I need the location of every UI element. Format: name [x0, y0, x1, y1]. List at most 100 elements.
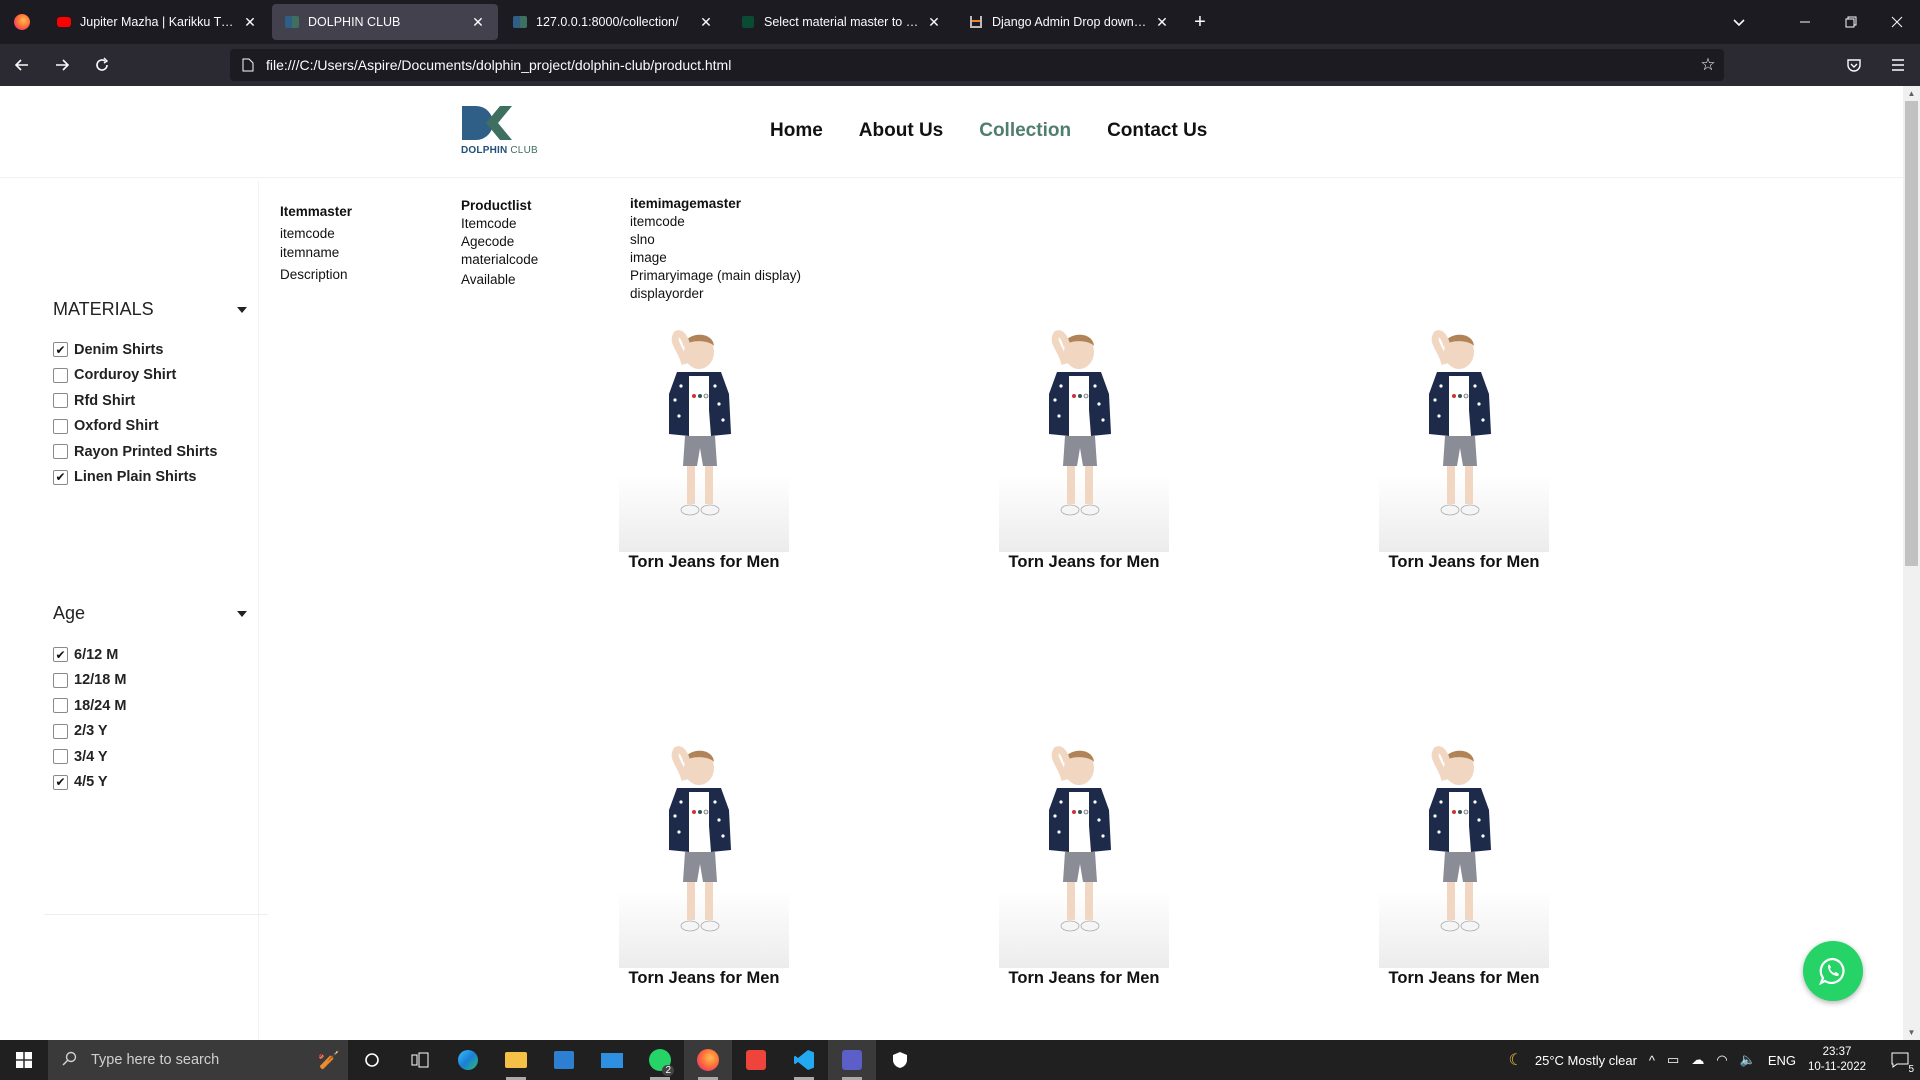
checkbox[interactable]	[53, 367, 68, 383]
battery-icon[interactable]: ▭	[1667, 1052, 1679, 1068]
language-indicator[interactable]: ENG	[1768, 1053, 1796, 1068]
cortana-icon[interactable]	[348, 1040, 396, 1080]
product-name[interactable]: Torn Jeans for Men	[999, 969, 1169, 988]
anydesk-icon[interactable]	[732, 1040, 780, 1080]
page-scrollbar[interactable]: ▲ ▼	[1903, 86, 1920, 1040]
firefox-taskbar-icon[interactable]	[684, 1040, 732, 1080]
menu-icon[interactable]	[1880, 49, 1916, 81]
minimize-button[interactable]	[1782, 0, 1828, 44]
browser-tab[interactable]: DOLPHIN CLUB ✕	[272, 4, 498, 40]
taskbar-search-input[interactable]: Type here to search 🏏	[48, 1040, 348, 1080]
age-option[interactable]: ✔ 6/12 M	[53, 642, 126, 668]
close-tab-icon[interactable]: ✕	[926, 14, 942, 30]
age-option[interactable]: 12/18 M	[53, 668, 126, 694]
pocket-icon[interactable]	[1836, 49, 1872, 81]
age-option[interactable]: 3/4 Y	[53, 744, 126, 770]
nav-link-about-us[interactable]: About Us	[859, 120, 943, 142]
notification-center-icon[interactable]: 5	[1880, 1040, 1920, 1080]
materials-option[interactable]: Rayon Printed Shirts	[53, 439, 217, 465]
reload-icon[interactable]	[84, 49, 120, 81]
product-name[interactable]: Torn Jeans for Men	[619, 553, 789, 572]
materials-option[interactable]: ✔ Denim Shirts	[53, 337, 217, 363]
back-icon[interactable]	[4, 49, 40, 81]
close-tab-icon[interactable]: ✕	[698, 14, 714, 30]
checkbox[interactable]	[53, 393, 68, 409]
close-tab-icon[interactable]: ✕	[470, 14, 486, 30]
product-name[interactable]: Torn Jeans for Men	[1379, 969, 1549, 988]
nav-link-collection[interactable]: Collection	[979, 120, 1071, 142]
browser-tab[interactable]: Jupiter Mazha | Karikku Tuned | ✕	[44, 4, 270, 40]
weather-moon-icon[interactable]: ☾	[1509, 1050, 1523, 1070]
firefox-icon[interactable]	[0, 0, 44, 44]
checkbox[interactable]: ✔	[53, 647, 68, 663]
product-name[interactable]: Torn Jeans for Men	[999, 553, 1169, 572]
task-view-icon[interactable]	[396, 1040, 444, 1080]
search-highlight-icon[interactable]: 🏏	[318, 1050, 340, 1071]
age-option[interactable]: ✔ 4/5 Y	[53, 770, 126, 796]
materials-filter-header[interactable]: MATERIALS	[53, 299, 247, 320]
product-image[interactable]	[999, 324, 1169, 552]
vscode-icon[interactable]	[780, 1040, 828, 1080]
checkbox[interactable]	[53, 698, 68, 714]
product-card[interactable]: Torn Jeans for Men	[1379, 740, 1559, 990]
age-filter-header[interactable]: Age	[53, 603, 247, 624]
forward-icon[interactable]	[44, 49, 80, 81]
checkbox[interactable]	[53, 723, 68, 739]
bookmark-star-icon[interactable]: ☆	[1698, 55, 1718, 75]
product-image[interactable]	[619, 740, 789, 968]
nav-link-home[interactable]: Home	[770, 120, 823, 142]
microsoft-store-icon[interactable]	[540, 1040, 588, 1080]
chevron-up-icon[interactable]: ^	[1649, 1053, 1655, 1068]
whatsapp-taskbar-icon[interactable]: 2	[636, 1040, 684, 1080]
volume-icon[interactable]: 🔈	[1740, 1052, 1756, 1068]
list-all-tabs-icon[interactable]	[1716, 0, 1762, 44]
product-card[interactable]: Torn Jeans for Men	[1379, 324, 1559, 574]
product-card[interactable]: Torn Jeans for Men	[999, 324, 1179, 574]
security-shield-icon[interactable]	[876, 1040, 924, 1080]
dolphin-club-logo[interactable]	[460, 104, 540, 166]
mail-icon[interactable]	[588, 1040, 636, 1080]
chevron-down-icon[interactable]	[237, 610, 247, 617]
checkbox[interactable]	[53, 672, 68, 688]
restore-button[interactable]	[1828, 0, 1874, 44]
product-name[interactable]: Torn Jeans for Men	[619, 969, 789, 988]
checkbox[interactable]	[53, 749, 68, 765]
scroll-down-icon[interactable]: ▼	[1903, 1025, 1920, 1040]
checkbox[interactable]	[53, 444, 68, 460]
new-tab-button[interactable]: +	[1184, 6, 1216, 38]
close-tab-icon[interactable]: ✕	[242, 14, 258, 30]
address-bar[interactable]: file:///C:/Users/Aspire/Documents/dolphi…	[230, 49, 1724, 81]
age-option[interactable]: 2/3 Y	[53, 719, 126, 745]
product-image[interactable]	[1379, 324, 1549, 552]
materials-option[interactable]: Corduroy Shirt	[53, 363, 217, 389]
file-explorer-icon[interactable]	[492, 1040, 540, 1080]
weather-text[interactable]: 25°C Mostly clear	[1535, 1053, 1637, 1068]
product-image[interactable]	[999, 740, 1169, 968]
product-image[interactable]	[1379, 740, 1549, 968]
onedrive-icon[interactable]: ☁	[1691, 1052, 1704, 1068]
edge-icon[interactable]	[444, 1040, 492, 1080]
product-card[interactable]: Torn Jeans for Men	[999, 740, 1179, 990]
close-window-button[interactable]	[1874, 0, 1920, 44]
checkbox[interactable]: ✔	[53, 342, 68, 358]
age-option[interactable]: 18/24 M	[53, 693, 126, 719]
materials-option[interactable]: ✔ Linen Plain Shirts	[53, 465, 217, 491]
nav-link-contact-us[interactable]: Contact Us	[1107, 120, 1207, 142]
teams-icon[interactable]	[828, 1040, 876, 1080]
clock[interactable]: 23:37 10-11-2022	[1808, 1045, 1866, 1075]
wifi-icon[interactable]: ◠	[1716, 1052, 1727, 1068]
close-tab-icon[interactable]: ✕	[1154, 14, 1170, 30]
checkbox[interactable]: ✔	[53, 774, 68, 790]
materials-option[interactable]: Oxford Shirt	[53, 414, 217, 440]
scrollbar-thumb[interactable]	[1905, 101, 1918, 566]
checkbox[interactable]	[53, 418, 68, 434]
browser-tab[interactable]: Select material master to change | D ✕	[728, 4, 954, 40]
whatsapp-button[interactable]	[1803, 941, 1863, 1001]
product-card[interactable]: Torn Jeans for Men	[619, 324, 799, 574]
windows-start-icon[interactable]	[0, 1040, 48, 1080]
materials-option[interactable]: Rfd Shirt	[53, 388, 217, 414]
product-image[interactable]	[619, 324, 789, 552]
chevron-down-icon[interactable]	[237, 306, 247, 313]
checkbox[interactable]: ✔	[53, 469, 68, 485]
product-name[interactable]: Torn Jeans for Men	[1379, 553, 1549, 572]
